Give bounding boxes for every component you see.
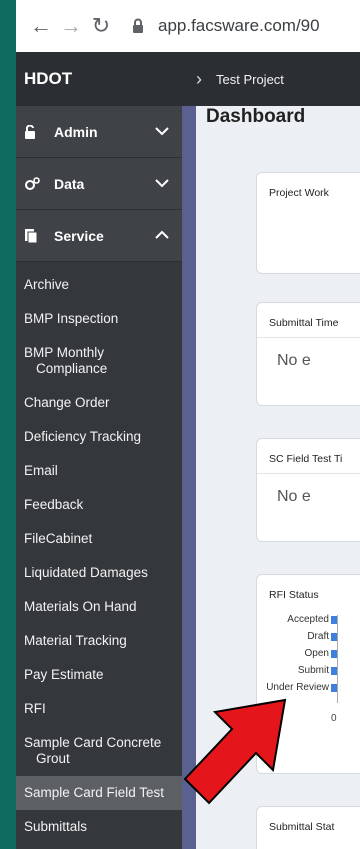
lock-icon xyxy=(126,18,150,34)
rfi-label: Accepted xyxy=(287,614,329,625)
address-bar[interactable]: app.facsware.com/90 xyxy=(158,16,320,36)
sidebar-item-materials-on-hand[interactable]: Materials On Hand xyxy=(16,590,182,624)
card-sc-field-test: SC Field Test Ti No e xyxy=(256,438,360,542)
card-submittal-status: Submittal Stat xyxy=(256,806,360,849)
document-icon xyxy=(24,228,44,244)
back-arrow-icon[interactable]: ← xyxy=(26,15,56,37)
brand-logo[interactable]: HDOT xyxy=(16,69,182,89)
app-header: HDOT › Test Project xyxy=(16,52,360,106)
card-submittal-time: Submittal Time No e xyxy=(256,302,360,406)
forward-arrow-icon[interactable]: → xyxy=(56,15,86,37)
rfi-label: Under Review xyxy=(266,682,329,693)
sidebar-group-service[interactable]: Service xyxy=(16,210,182,262)
sidebar-item-deficiency-tracking[interactable]: Deficiency Tracking xyxy=(16,420,182,454)
sidebar-service-items: Archive BMP Inspection BMP Monthly Compl… xyxy=(16,262,182,844)
sidebar-item-bmp-monthly-compliance[interactable]: BMP Monthly Compliance xyxy=(16,336,182,386)
rfi-label: Draft xyxy=(307,631,329,642)
card-rfi-status: RFI Status Accepted Draft Open Submit Un… xyxy=(256,574,360,774)
sidebar: Admin Data Service Archive BMP Inspectio… xyxy=(16,106,182,849)
sidebar-group-label: Admin xyxy=(54,123,98,140)
card-title: RFI Status xyxy=(269,589,319,601)
sidebar-item-sample-card-field-test[interactable]: Sample Card Field Test xyxy=(16,776,182,810)
sidebar-item-archive[interactable]: Archive xyxy=(16,268,182,302)
chevron-up-icon xyxy=(142,227,182,245)
axis-tick-zero: 0 xyxy=(331,713,337,724)
reload-icon[interactable]: ↻ xyxy=(86,15,116,37)
rfi-label: Submit xyxy=(297,665,329,676)
sidebar-item-material-tracking[interactable]: Material Tracking xyxy=(16,624,182,658)
card-title: Submittal Time xyxy=(269,317,339,329)
chevron-right-icon: › xyxy=(196,68,202,89)
sidebar-item-email[interactable]: Email xyxy=(16,454,182,488)
chevron-down-icon xyxy=(142,123,182,141)
sidebar-item-submittals[interactable]: Submittals xyxy=(16,810,182,844)
sidebar-item-sample-card-concrete-grout[interactable]: Sample Card Concrete Grout xyxy=(16,726,182,776)
rfi-row-draft: Draft xyxy=(257,628,337,645)
card-title: Submittal Stat xyxy=(269,821,335,833)
sidebar-group-label: Data xyxy=(54,175,85,192)
sidebar-item-bmp-inspection[interactable]: BMP Inspection xyxy=(16,302,182,336)
empty-message: No e xyxy=(277,352,311,369)
sidebar-item-label: Compliance xyxy=(36,361,108,376)
sidebar-item-change-order[interactable]: Change Order xyxy=(16,386,182,420)
sidebar-item-rfi[interactable]: RFI xyxy=(16,692,182,726)
card-project-work: Project Work xyxy=(256,172,360,274)
main-content: Dashboard Project Work Submittal Time No… xyxy=(196,106,360,849)
rfi-row-submit: Submit xyxy=(257,662,337,679)
gears-icon xyxy=(24,176,44,191)
card-title: SC Field Test Ti xyxy=(269,453,343,465)
sidebar-group-data[interactable]: Data xyxy=(16,158,182,210)
lock-icon xyxy=(24,124,44,139)
sidebar-item-liquidated-damages[interactable]: Liquidated Damages xyxy=(16,556,182,590)
sidebar-group-label: Service xyxy=(54,227,104,244)
sidebar-item-feedback[interactable]: Feedback xyxy=(16,488,182,522)
empty-message: No e xyxy=(277,488,311,505)
sidebar-item-label: Grout xyxy=(36,751,70,766)
rfi-label: Open xyxy=(304,648,329,659)
rfi-row-open: Open xyxy=(257,645,337,662)
rfi-row-under-review: Under Review xyxy=(257,679,337,696)
rfi-row-accepted: Accepted xyxy=(257,611,337,628)
sidebar-divider xyxy=(182,106,196,849)
rfi-chart: Accepted Draft Open Submit Under Review xyxy=(257,611,337,696)
sidebar-item-label: BMP Monthly xyxy=(24,345,105,360)
breadcrumb-project[interactable]: Test Project xyxy=(216,72,284,87)
page-title: Dashboard xyxy=(206,106,306,127)
axis-line xyxy=(337,615,338,703)
sidebar-group-admin[interactable]: Admin xyxy=(16,106,182,158)
sidebar-item-pay-estimate[interactable]: Pay Estimate xyxy=(16,658,182,692)
sidebar-item-label: Sample Card Concrete xyxy=(24,735,162,750)
chevron-down-icon xyxy=(142,175,182,193)
card-title: Project Work xyxy=(269,187,329,199)
browser-toolbar: ← → ↻ app.facsware.com/90 xyxy=(16,0,360,52)
sidebar-item-filecabinet[interactable]: FileCabinet xyxy=(16,522,182,556)
